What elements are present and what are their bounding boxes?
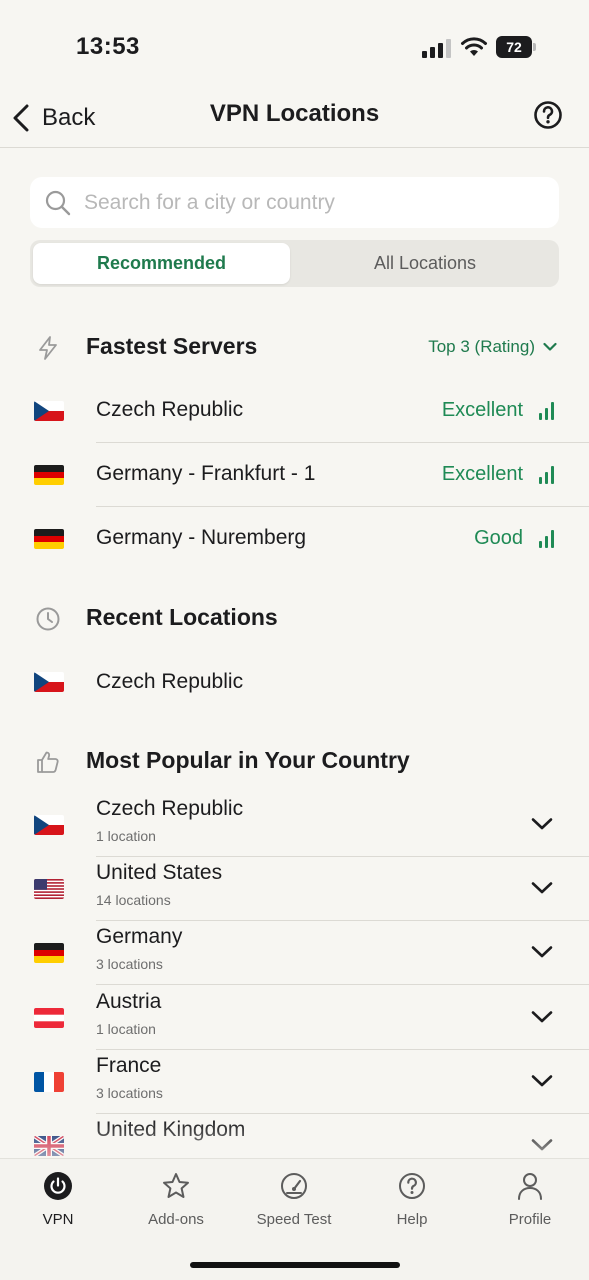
tab-help[interactable]: Help [357,1171,467,1241]
battery-icon: 72 [496,36,538,58]
germany-flag-icon [34,465,64,485]
search-input[interactable] [84,190,524,215]
question-circle-icon [399,1173,425,1199]
lightning-icon [39,336,57,360]
sort-label: Top 3 (Rating) [428,337,535,356]
signal-strength-icon [539,530,554,548]
country-name: Austria [96,990,162,1013]
battery-level: 72 [496,36,532,58]
search-icon [45,190,71,215]
section-title: Most Popular in Your Country [86,747,410,773]
server-row-germany-nuremberg[interactable]: Germany - Nuremberg Good [0,507,589,571]
czech-flag-icon [34,815,64,835]
person-icon [518,1173,542,1200]
location-count: 3 locations [96,956,163,972]
search-box[interactable] [30,177,559,228]
tab-label: VPN [42,1211,74,1228]
section-title: Recent Locations [86,604,278,630]
server-name: Czech Republic [96,398,244,421]
tab-all-locations[interactable]: All Locations [294,243,556,284]
popular-header: Most Popular in Your Country [0,742,589,782]
tab-label: Profile [508,1211,552,1228]
server-rating: Good [474,527,523,549]
home-indicator [190,1262,400,1268]
location-count: 3 locations [96,1085,163,1101]
popular-row-germany[interactable]: Germany 3 locations [0,921,589,985]
chevron-down-icon[interactable] [531,1074,553,1088]
thumbs-up-icon [37,751,59,773]
austria-flag-icon [34,1008,64,1028]
server-name: Germany - Frankfurt - 1 [96,462,316,485]
wifi-icon [461,37,487,56]
section-title: Fastest Servers [86,333,258,359]
tab-profile[interactable]: Profile [475,1171,585,1241]
chevron-down-icon[interactable] [531,817,553,831]
sort-dropdown[interactable]: Top 3 (Rating) [428,337,557,357]
country-name: Czech Republic [96,797,244,820]
navigation-bar: Back VPN Locations [0,90,589,148]
tab-label: Speed Test [256,1211,332,1228]
location-count: 1 location [96,1021,156,1037]
location-name: Czech Republic [96,670,244,693]
chevron-down-icon [543,342,557,351]
location-count: 14 locations [96,892,171,908]
fastest-servers-header: Fastest Servers Top 3 (Rating) [0,328,589,368]
cellular-signal-icon [422,39,451,58]
tab-add-ons[interactable]: Add-ons [121,1171,231,1241]
us-flag-icon [34,879,64,899]
server-row-czech-republic[interactable]: Czech Republic Excellent [0,379,589,443]
popular-row-france[interactable]: France 3 locations [0,1050,589,1114]
recent-locations-header: Recent Locations [0,599,589,639]
chevron-down-icon[interactable] [531,1010,553,1024]
star-icon [163,1173,189,1198]
speedometer-icon [281,1173,307,1199]
country-name: France [96,1054,162,1077]
uk-flag-icon [34,1136,64,1156]
tab-recommended[interactable]: Recommended [33,243,290,284]
server-name: Germany - Nuremberg [96,526,307,549]
chevron-down-icon[interactable] [531,945,553,959]
france-flag-icon [34,1072,64,1092]
status-time: 13:53 [76,33,140,60]
location-count: 1 location [96,828,156,844]
clock-icon [36,607,60,631]
recent-row-czech-republic[interactable]: Czech Republic [0,650,589,714]
chevron-down-icon[interactable] [531,881,553,895]
country-name: United Kingdom [96,1118,246,1141]
germany-flag-icon [34,943,64,963]
server-rating: Excellent [441,399,523,421]
tab-label: Add-ons [148,1211,204,1228]
tab-label: Help [396,1211,428,1228]
country-name: Germany [96,925,183,948]
czech-flag-icon [34,401,64,421]
server-rating: Excellent [441,463,523,485]
help-icon[interactable] [533,100,563,130]
power-icon [44,1172,72,1200]
country-name: United States [96,861,223,884]
czech-flag-icon [34,672,64,692]
popular-row-czech-republic[interactable]: Czech Republic 1 location [0,793,589,857]
chevron-down-icon[interactable] [531,1138,553,1152]
signal-strength-icon [539,402,554,420]
popular-row-united-states[interactable]: United States 14 locations [0,857,589,921]
tab-speed-test[interactable]: Speed Test [239,1171,349,1241]
signal-strength-icon [539,466,554,484]
page-title: VPN Locations [209,100,380,127]
popular-row-austria[interactable]: Austria 1 location [0,986,589,1050]
location-tabs: Recommended All Locations [30,240,559,287]
server-row-germany-frankfurt[interactable]: Germany - Frankfurt - 1 Excellent [0,443,589,507]
germany-flag-icon [34,529,64,549]
tab-vpn[interactable]: VPN [3,1171,113,1241]
status-bar: 13:53 72 [0,0,589,90]
